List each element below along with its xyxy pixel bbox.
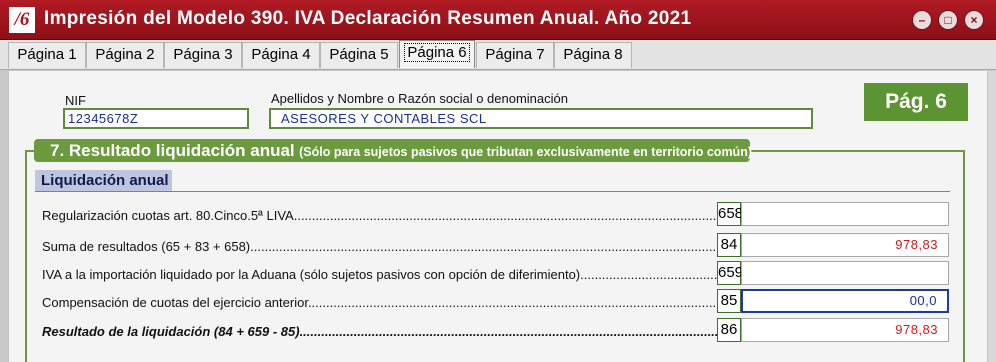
window-title: Impresión del Modelo 390. IVA Declaració… bbox=[44, 8, 692, 29]
section-title: 7. Resultado liquidación anual (Sólo par… bbox=[34, 139, 752, 162]
tab-pagina-1[interactable]: Página 1 bbox=[8, 42, 86, 68]
page-badge: Pág. 6 bbox=[864, 83, 968, 121]
value-field-85[interactable]: 00,0 bbox=[741, 289, 949, 313]
value-field-84[interactable]: 978,83 bbox=[741, 233, 949, 257]
section-title-text: 7. Resultado liquidación anual bbox=[50, 141, 295, 160]
tab-pagina-2[interactable]: Página 2 bbox=[86, 42, 164, 68]
section-subtitle: (Sólo para sujetos pasivos que tributan … bbox=[299, 145, 752, 159]
value-field-659[interactable] bbox=[741, 261, 949, 285]
casilla-84: 84 bbox=[717, 233, 741, 257]
nif-field[interactable]: 12345678Z bbox=[63, 108, 249, 129]
casilla-85: 85 bbox=[717, 289, 741, 313]
tab-pagina-5[interactable]: Página 5 bbox=[320, 42, 398, 68]
tab-pagina-3[interactable]: Página 3 bbox=[164, 42, 242, 68]
window-titlebar: /6 Impresión del Modelo 390. IVA Declara… bbox=[0, 0, 996, 40]
tab-pagina-8[interactable]: Página 8 bbox=[554, 42, 632, 68]
name-field[interactable]: ASESORES Y CONTABLES SCL bbox=[269, 108, 813, 129]
close-button[interactable]: × bbox=[964, 10, 984, 30]
minimize-button[interactable]: – bbox=[912, 10, 932, 30]
row-label-84: Suma de resultados (65 + 83 + 658)......… bbox=[42, 239, 717, 254]
value-field-658[interactable] bbox=[741, 202, 949, 226]
value-field-86[interactable]: 978,83 bbox=[741, 318, 949, 342]
app-logo: /6 bbox=[9, 7, 35, 33]
nif-label: NIF bbox=[65, 93, 86, 108]
row-label-85: Compensación de cuotas del ejercicio ant… bbox=[42, 295, 717, 310]
liquidacion-subheader: Liquidación anual bbox=[35, 170, 172, 192]
form-content: NIF 12345678Z Apellidos y Nombre o Razón… bbox=[8, 71, 988, 362]
casilla-658: 658 bbox=[717, 202, 743, 226]
tab-pagina-7[interactable]: Página 7 bbox=[476, 42, 554, 68]
row-label-658: Regularización cuotas art. 80.Cinco.5ª L… bbox=[42, 208, 717, 223]
tab-pagina-6[interactable]: Página 6 bbox=[399, 40, 475, 68]
tab-pagina-4[interactable]: Página 4 bbox=[242, 42, 320, 68]
name-label: Apellidos y Nombre o Razón social o deno… bbox=[271, 91, 568, 106]
subheader-divider bbox=[35, 191, 950, 192]
casilla-86: 86 bbox=[717, 318, 741, 342]
maximize-button[interactable]: □ bbox=[938, 10, 958, 30]
row-label-659: IVA a la importación liquidado por la Ad… bbox=[42, 267, 717, 282]
window-right-edge bbox=[988, 71, 996, 362]
casilla-659: 659 bbox=[717, 261, 743, 285]
tab-bar: Página 1 Página 2 Página 3 Página 4 Pági… bbox=[0, 40, 996, 70]
row-label-86: Resultado de la liquidación (84 + 659 - … bbox=[42, 324, 717, 339]
